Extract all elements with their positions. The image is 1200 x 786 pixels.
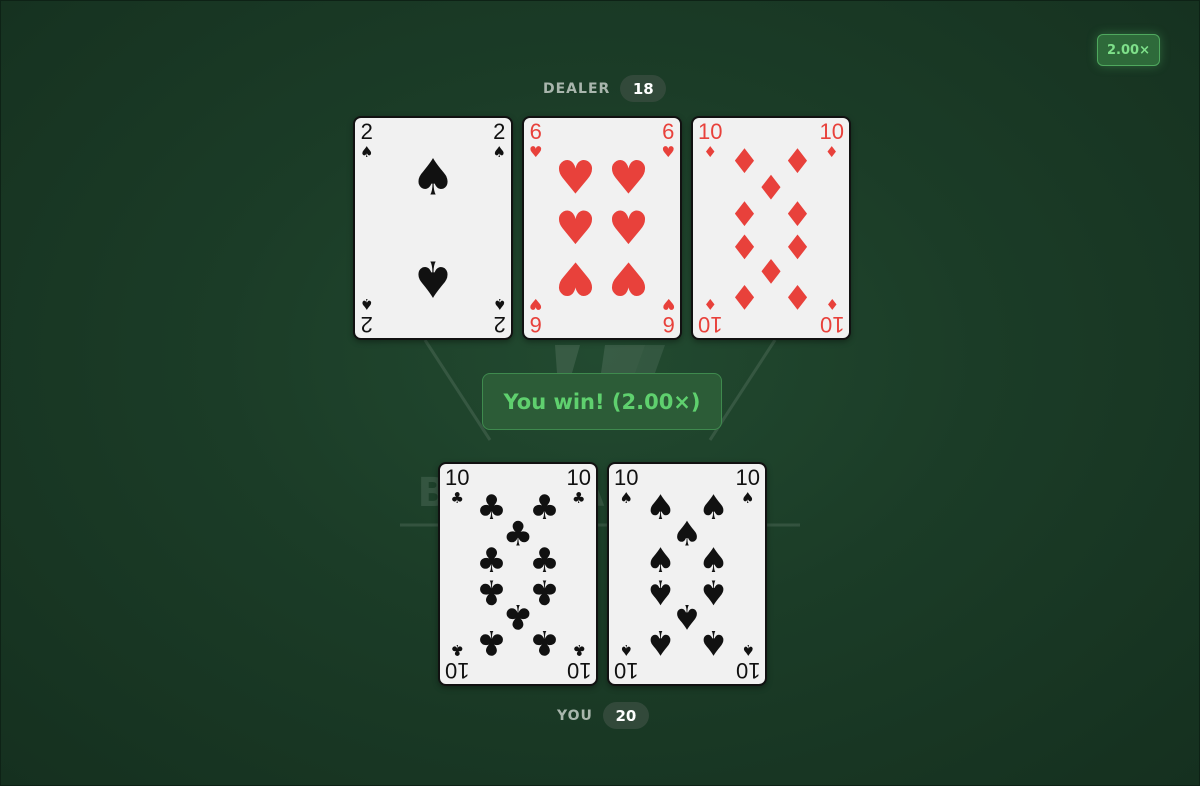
diamond-icon: ♦	[703, 143, 717, 161]
card-rank: 10	[614, 658, 639, 683]
player-label: YOU	[557, 707, 593, 724]
multiplier-badge: 2.00×	[1097, 34, 1160, 66]
club-icon: ♣	[572, 489, 586, 507]
card-rank: 10	[566, 658, 591, 683]
heart-icon: ♥	[661, 143, 675, 161]
card-rank: 10	[819, 312, 844, 337]
club-icon: ♣	[450, 489, 464, 507]
spade-pip-icon: ♠	[411, 250, 456, 308]
card-rank: 10	[698, 312, 723, 337]
dealer-card-3: ♦ ♦ ♦ ♦ ♦ ♦ ♦ ♦ ♦ ♦ 10 ♦ 10 ♦ 10 ♦ 10 ♦	[691, 116, 851, 340]
club-pip-icon: ♣	[529, 488, 559, 528]
card-face-pips: ♠♠	[411, 148, 456, 308]
card-rank: 6	[529, 119, 542, 144]
card-rank: 10	[819, 119, 844, 144]
player-card-1: ♣ ♣ ♣ ♣ ♣ ♣ ♣ ♣ ♣ ♣ 10 ♣ 10 ♣ 10 ♣ 10 ♣	[438, 462, 598, 686]
spade-icon: ♠	[619, 489, 633, 507]
heart-pip-icon: ♥	[608, 252, 649, 306]
heart-pip-icon: ♥	[608, 201, 649, 255]
diamond-pip-icon: ♦	[782, 142, 812, 182]
spade-icon: ♠	[360, 295, 374, 313]
heart-pip-icon: ♥	[555, 150, 596, 204]
card-rank: 10	[566, 465, 591, 490]
club-pip-icon: ♣	[529, 622, 559, 662]
spade-icon: ♠	[492, 295, 506, 313]
dealer-card-2: ♥ ♥ ♥ ♥ ♥ ♥ 6 ♥ 6 ♥ 6 ♥ 6 ♥	[522, 116, 682, 340]
club-icon: ♣	[450, 641, 464, 659]
diamond-icon: ♦	[703, 295, 717, 313]
card-rank: 10	[445, 465, 470, 490]
player-header: YOU 20	[557, 702, 649, 729]
card-rank: 10	[445, 658, 470, 683]
diamond-icon: ♦	[825, 143, 839, 161]
player-card-2: ♠ ♠ ♠ ♠ ♠ ♠ ♠ ♠ ♠ ♠ 10 ♠ 10 ♠ 10 ♠ 10 ♠	[607, 462, 767, 686]
spade-pip-icon: ♠	[698, 622, 728, 662]
dealer-header: DEALER 18	[543, 75, 667, 102]
spade-pip-icon: ♠	[645, 572, 675, 612]
spade-icon: ♠	[741, 641, 755, 659]
card-rank: 10	[735, 658, 760, 683]
club-icon: ♣	[572, 641, 586, 659]
spade-pip-icon: ♠	[698, 488, 728, 528]
heart-pip-icon: ♥	[608, 150, 649, 204]
card-rank: 6	[662, 312, 675, 337]
spade-pip-icon: ♠	[645, 622, 675, 662]
dealer-label: DEALER	[543, 80, 611, 97]
card-rank: 2	[493, 119, 506, 144]
spade-pip-icon: ♠	[411, 148, 456, 206]
card-rank: 10	[698, 119, 723, 144]
club-pip-icon: ♣	[476, 572, 506, 612]
spade-icon: ♠	[492, 143, 506, 161]
diamond-icon: ♦	[825, 295, 839, 313]
dealer-card-1: ♠ ♠ 2 ♠ 2 ♠ 2 ♠ 2 ♠	[353, 116, 513, 340]
card-rank: 10	[735, 465, 760, 490]
club-pip-icon: ♣	[476, 622, 506, 662]
card-rank: 6	[529, 312, 542, 337]
spade-icon: ♠	[360, 143, 374, 161]
heart-pip-icon: ♥	[555, 252, 596, 306]
card-rank: 2	[360, 312, 373, 337]
diamond-pip-icon: ♦	[782, 276, 812, 316]
card-face-pips: ♥ ♥♥ ♥♥ ♥	[555, 150, 649, 306]
heart-icon: ♥	[529, 295, 543, 313]
diamond-pip-icon: ♦	[729, 276, 759, 316]
diamond-pip-icon: ♦	[729, 226, 759, 266]
heart-icon: ♥	[661, 295, 675, 313]
card-rank: 2	[360, 119, 373, 144]
heart-pip-icon: ♥	[555, 201, 596, 255]
player-score: 20	[602, 702, 649, 729]
result-banner: You win! (2.00×)	[482, 373, 722, 430]
card-rank: 10	[614, 465, 639, 490]
spade-icon: ♠	[619, 641, 633, 659]
spade-icon: ♠	[741, 489, 755, 507]
dealer-score: 18	[620, 75, 667, 102]
card-rank: 6	[662, 119, 675, 144]
card-rank: 2	[493, 312, 506, 337]
heart-icon: ♥	[529, 143, 543, 161]
